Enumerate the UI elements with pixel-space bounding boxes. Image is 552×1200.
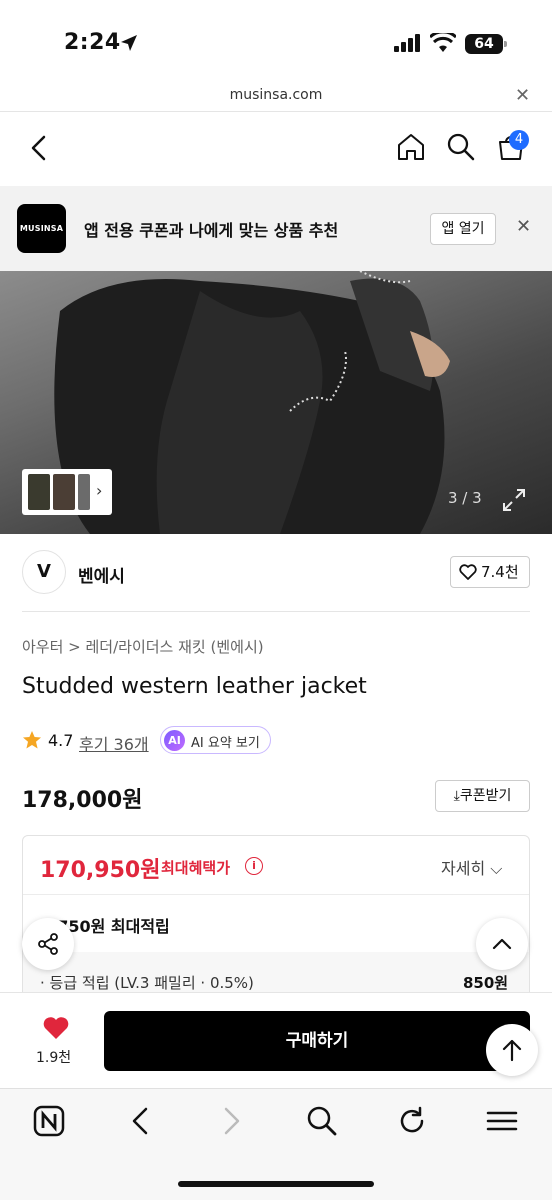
breadcrumb[interactable]: 아우터 > 레더/라이더스 재킷 (벤에시) bbox=[22, 636, 264, 657]
status-time: 2:24 bbox=[64, 30, 121, 55]
brand-like-button[interactable]: 7.4천 bbox=[450, 556, 530, 588]
status-bar: 2:24 64 bbox=[0, 0, 552, 84]
app-banner-text: 앱 전용 쿠폰과 나에게 맞는 상품 추천 bbox=[84, 221, 339, 240]
ai-badge-icon: AI bbox=[164, 730, 185, 751]
coupon-button-label: 쿠폰받기 bbox=[459, 788, 512, 804]
detail-toggle[interactable]: 자세히 ⌵ bbox=[441, 855, 502, 879]
open-app-button[interactable]: 앱 열기 bbox=[430, 213, 496, 245]
thumbnail-strip[interactable]: › bbox=[22, 469, 112, 515]
thumbnail-2[interactable] bbox=[53, 474, 75, 510]
wishlist-button[interactable]: 1.9천 bbox=[34, 1015, 78, 1066]
search-icon[interactable] bbox=[446, 132, 476, 162]
browser-url-bar[interactable]: musinsa.com ✕ bbox=[0, 84, 552, 112]
thumbnail-3[interactable] bbox=[78, 474, 90, 510]
heart-outline-icon bbox=[459, 564, 477, 580]
divider bbox=[22, 611, 530, 612]
url-text[interactable]: musinsa.com bbox=[0, 87, 552, 103]
arrow-up-icon bbox=[502, 1039, 522, 1062]
wifi-icon bbox=[430, 33, 456, 52]
back-arrow-icon[interactable] bbox=[128, 1105, 152, 1137]
benefit-label: 최대혜택가 bbox=[161, 859, 231, 877]
forward-arrow-icon[interactable] bbox=[220, 1105, 244, 1137]
thumbnail-1[interactable] bbox=[28, 474, 50, 510]
collapse-button[interactable] bbox=[476, 918, 528, 970]
coupon-button[interactable]: ⤓쿠폰받기 bbox=[435, 780, 530, 812]
location-arrow-icon bbox=[121, 35, 137, 51]
expand-icon[interactable] bbox=[500, 486, 528, 514]
chevron-up-icon bbox=[492, 938, 512, 950]
ai-summary-label: AI 요약 보기 bbox=[191, 736, 260, 751]
brand-logo[interactable]: V bbox=[22, 550, 66, 594]
benefit-price: 170,950원 bbox=[40, 858, 161, 883]
battery-indicator: 64 bbox=[465, 34, 507, 54]
scroll-top-button[interactable] bbox=[486, 1024, 538, 1076]
home-icon[interactable] bbox=[396, 132, 426, 162]
info-icon[interactable]: i bbox=[245, 857, 263, 875]
menu-icon[interactable] bbox=[486, 1105, 518, 1137]
share-button[interactable] bbox=[22, 918, 74, 970]
cellular-signal-icon bbox=[394, 34, 420, 52]
detail-label: 자세히 bbox=[441, 859, 486, 878]
close-banner-icon[interactable]: ✕ bbox=[516, 216, 531, 237]
chevron-right-icon[interactable]: › bbox=[96, 481, 102, 500]
app-install-banner: MUSINSA 앱 전용 쿠폰과 나에게 맞는 상품 추천 앱 열기 ✕ bbox=[0, 186, 552, 271]
cart-count-badge: 4 bbox=[509, 130, 529, 150]
close-icon[interactable]: ✕ bbox=[515, 85, 530, 106]
rating-score: 4.7 bbox=[48, 731, 74, 750]
ai-summary-button[interactable]: AI AI 요약 보기 bbox=[160, 726, 271, 754]
brand-row: V 벤에시 7.4천 bbox=[0, 534, 552, 614]
naver-icon[interactable] bbox=[33, 1105, 65, 1137]
reviews-link[interactable]: 후기 36개 bbox=[79, 731, 149, 755]
wishlist-count: 1.9천 bbox=[36, 1050, 72, 1066]
share-icon bbox=[38, 933, 58, 955]
divider bbox=[23, 894, 529, 895]
brand-name[interactable]: 벤에시 bbox=[78, 562, 125, 587]
musinsa-logo: MUSINSA bbox=[17, 204, 66, 253]
grade-points-text: · 등급 적립 (LV.3 패밀리 · 0.5%) bbox=[40, 974, 254, 992]
buy-button[interactable]: 구매하기 bbox=[104, 1011, 530, 1071]
product-image[interactable]: › 3 / 3 bbox=[0, 271, 552, 534]
star-icon bbox=[23, 731, 41, 749]
refresh-icon[interactable] bbox=[396, 1105, 428, 1137]
top-nav: 4 bbox=[0, 112, 552, 186]
original-price: 178,000원 bbox=[22, 788, 143, 813]
home-indicator[interactable] bbox=[178, 1181, 374, 1187]
image-counter: 3 / 3 bbox=[448, 489, 482, 507]
product-title: Studded western leather jacket bbox=[22, 674, 367, 699]
search-icon[interactable] bbox=[306, 1105, 338, 1137]
back-arrow-icon[interactable] bbox=[28, 134, 50, 162]
benefit-box: 170,950원 최대혜택가 i 자세히 ⌵ 8,750원 최대적립 · 등급 … bbox=[22, 835, 530, 1005]
brand-like-count: 7.4천 bbox=[481, 563, 519, 581]
heart-filled-icon bbox=[43, 1017, 69, 1039]
grade-points-amount: 850원 bbox=[463, 974, 509, 992]
purchase-bar: 1.9천 구매하기 bbox=[0, 992, 552, 1088]
